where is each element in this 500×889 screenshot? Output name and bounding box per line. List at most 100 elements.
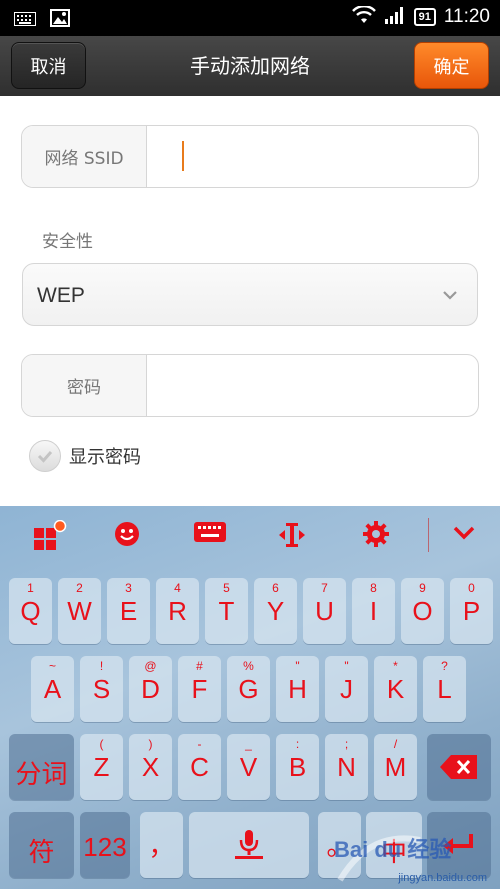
key-label: ， [148,831,175,861]
key-secondary-label: ? [441,659,448,673]
key-label: X [141,752,160,782]
key-label: R [168,596,187,626]
key-n[interactable]: ; N [325,734,368,800]
key-z[interactable]: (Z [80,734,123,800]
key-label: M [384,752,407,782]
key-t[interactable]: 5T [205,578,248,644]
backspace-icon [440,755,477,779]
text-cursor [182,141,184,171]
key-secondary-label: " [344,659,349,673]
key-secondary-label: * [393,659,398,673]
numbers-key[interactable]: 123 [80,812,130,878]
key-y[interactable]: 6Y [254,578,297,644]
baidu-watermark: Bai du 经验 jingyan.baidu.com [330,820,495,886]
key-secondary-label: ; [344,737,349,751]
key-secondary-label: ~ [48,659,56,673]
key-label: 123 [83,832,127,862]
key-b[interactable]: :B [276,734,319,800]
key-secondary-label: 3 [125,581,132,595]
key-p[interactable]: 0P [450,578,493,644]
show-password-toggle[interactable]: 显示密码 [29,440,141,472]
key-secondary-label: - [197,737,202,751]
key-secondary-label: 1 [27,581,34,595]
key-h[interactable]: " H [276,656,319,722]
key-secondary-label: : [295,737,300,751]
key-label: J [340,674,353,704]
backspace-key[interactable] [427,734,491,800]
key-c[interactable]: -C [178,734,221,800]
key-label: U [315,596,334,626]
key-label: D [141,674,160,704]
cancel-button[interactable]: 取消 [11,42,86,89]
emoji-icon[interactable] [113,520,141,552]
comma-key[interactable]: ， [140,812,183,878]
signal-icon [384,6,406,28]
gear-icon[interactable] [362,520,390,552]
segment-key[interactable]: 分词 [9,734,74,800]
key-label: P [462,596,481,626]
confirm-button[interactable]: 确定 [414,42,489,89]
key-w[interactable]: 2W [58,578,101,644]
checkbox[interactable] [29,440,61,472]
key-g[interactable]: % G [227,656,270,722]
key-label: T [218,596,235,626]
key-label: 分词 [15,759,68,789]
password-label: 密码 [22,355,147,416]
key-label: O [412,596,433,626]
key-label: A [43,674,62,704]
chevron-down-icon [441,286,459,308]
key-label: I [369,596,378,626]
key-x[interactable]: ) X [129,734,172,800]
chevron-down-icon[interactable] [452,524,476,546]
ssid-input[interactable] [148,126,478,187]
key-label: S [92,674,111,704]
key-u[interactable]: 7U [303,578,346,644]
key-o[interactable]: 9O [401,578,444,644]
cursor-move-icon[interactable] [277,520,307,554]
security-select[interactable]: WEP [22,263,478,326]
wifi-icon [351,5,376,28]
key-d[interactable]: @ D [129,656,172,722]
watermark-brand: Bai du 经验 [334,837,452,862]
key-f[interactable]: # F [178,656,221,722]
key-label: Z [93,752,110,782]
key-k[interactable]: * K [374,656,417,722]
toolbar-divider [428,518,429,552]
symbols-key[interactable]: 符 [9,812,74,878]
key-secondary-label: 8 [370,581,377,595]
microphone-icon [235,830,263,859]
key-secondary-label: # [196,659,203,673]
key-label: F [191,674,208,704]
key-v[interactable]: _ V [227,734,270,800]
key-secondary-label: 2 [76,581,83,595]
key-s[interactable]: ! S [80,656,123,722]
key-q[interactable]: 1Q [9,578,52,644]
key-secondary-label: ! [99,659,104,673]
key-a[interactable]: ~ A [31,656,74,722]
keyboard-switch-icon[interactable] [193,520,227,550]
password-input[interactable] [148,355,478,416]
key-m[interactable]: / M [374,734,417,800]
ssid-field[interactable]: 网络 SSID [21,125,479,188]
key-secondary-label: _ [245,737,252,751]
key-label: W [67,596,92,626]
key-label: H [288,674,307,704]
key-label: Q [20,596,41,626]
key-l[interactable]: ? L [423,656,466,722]
apps-grid-icon[interactable] [32,519,68,556]
password-field[interactable]: 密码 [21,354,479,417]
key-r[interactable]: 4R [156,578,199,644]
key-label: V [239,752,258,782]
key-label: N [337,752,356,782]
key-e[interactable]: 3E [107,578,150,644]
key-secondary-label: 5 [223,581,230,595]
key-secondary-label: @ [144,659,157,673]
title-bar: 手动添加网络 取消 确定 [0,36,500,96]
key-label: 符 [28,837,55,867]
space-voice-key[interactable] [189,812,309,878]
show-password-label: 显示密码 [69,447,141,468]
key-j[interactable]: " J [325,656,368,722]
keyboard-notification-icon [14,11,36,30]
key-secondary-label: 4 [174,581,181,595]
key-i[interactable]: 8I [352,578,395,644]
